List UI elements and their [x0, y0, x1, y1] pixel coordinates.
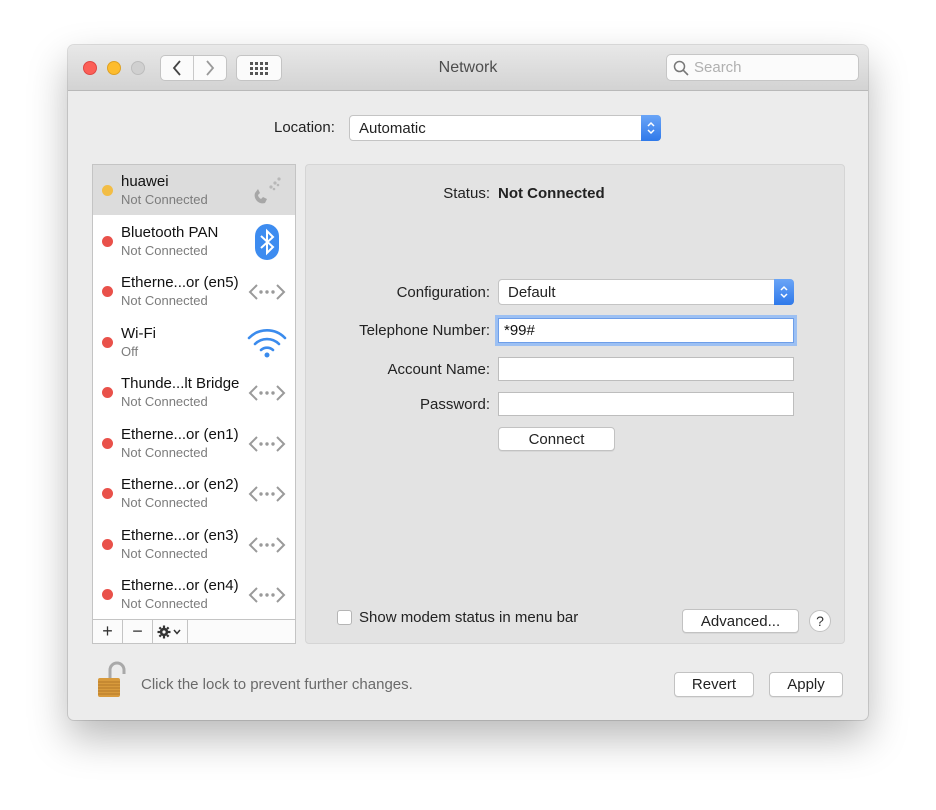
service-item[interactable]: Wi-Fi Off — [93, 317, 295, 367]
search-icon — [673, 60, 689, 76]
status-dot — [102, 336, 113, 348]
wifi-icon — [247, 323, 287, 363]
service-name: Etherne...or (en3) — [121, 526, 239, 544]
service-item[interactable]: Etherne...or (en4) Not Connected — [93, 569, 295, 619]
network-preferences-window: Network Search Location: Automatic huawe… — [68, 45, 868, 720]
help-button[interactable]: ? — [809, 610, 831, 632]
lock-message: Click the lock to prevent further change… — [141, 676, 413, 693]
status-dot — [102, 185, 113, 196]
service-item[interactable]: Thunde...lt Bridge Not Connected — [93, 367, 295, 417]
remove-service-button[interactable]: − — [123, 620, 153, 643]
service-status: Off — [121, 343, 139, 359]
configuration-value: Default — [508, 283, 556, 301]
password-field[interactable] — [498, 392, 794, 416]
service-name: Thunde...lt Bridge — [121, 375, 240, 392]
show-modem-status-label: Show modem status in menu bar — [359, 609, 579, 626]
location-value: Automatic — [359, 119, 426, 137]
service-status: Not Connected — [121, 192, 208, 207]
account-name-label: Account Name: — [387, 361, 490, 378]
password-label: Password: — [419, 396, 490, 413]
service-name: huawei — [121, 173, 169, 190]
bluetooth-icon — [247, 222, 287, 262]
connect-button[interactable]: Connect — [498, 427, 615, 451]
service-item[interactable]: Etherne...or (en3) Not Connected — [93, 519, 295, 569]
service-item[interactable]: Etherne...or (en2) Not Connected — [93, 468, 295, 518]
status-value: Not Connected — [498, 185, 605, 202]
service-status: Not Connected — [121, 293, 208, 308]
status-dot — [102, 437, 113, 449]
status-dot — [102, 286, 113, 297]
ethernet-icon — [247, 373, 287, 413]
service-name: Wi-Fi — [121, 324, 156, 342]
title-bar: Network Search — [68, 45, 868, 91]
apply-button[interactable]: Apply — [769, 672, 843, 697]
service-status: Not Connected — [121, 444, 208, 460]
telephone-number-value: *99# — [504, 322, 535, 339]
status-dot — [102, 488, 113, 499]
ethernet-icon — [247, 272, 287, 312]
telephone-number-field[interactable]: *99# — [498, 318, 794, 343]
service-item[interactable]: Etherne...or (en1) Not Connected — [93, 418, 295, 468]
telephone-number-label: Telephone Number: — [359, 322, 490, 339]
show-modem-status-checkbox[interactable] — [337, 610, 352, 625]
service-name: Bluetooth PAN — [121, 223, 219, 241]
account-name-field[interactable] — [498, 357, 794, 381]
service-status: Not Connected — [121, 495, 208, 510]
service-status: Not Connected — [121, 394, 208, 409]
status-dot — [102, 387, 113, 398]
advanced-button[interactable]: Advanced... — [682, 609, 799, 633]
service-item[interactable]: huawei Not Connected — [93, 165, 295, 215]
revert-button[interactable]: Revert — [674, 672, 754, 697]
configuration-popup[interactable]: Default — [498, 279, 794, 305]
status-label: Status: — [443, 185, 490, 202]
service-status: Not Connected — [121, 596, 208, 611]
search-placeholder: Search — [694, 59, 742, 76]
phone-modem-icon — [247, 171, 287, 211]
configuration-label: Configuration: — [396, 284, 490, 301]
service-name: Etherne...or (en4) — [121, 577, 239, 594]
lock-button[interactable] — [96, 660, 128, 700]
action-menu-button[interactable] — [153, 620, 188, 643]
service-list-controls: + − — [93, 619, 295, 643]
service-name: Etherne...or (en5) — [121, 274, 239, 291]
service-item[interactable]: Bluetooth PAN Not Connected — [93, 216, 295, 266]
service-status: Not Connected — [121, 242, 208, 258]
service-status: Not Connected — [121, 545, 208, 561]
service-detail-pane: Status: Not Connected Configuration: Def… — [305, 164, 845, 644]
lock-open-icon — [98, 661, 126, 697]
ethernet-icon — [247, 424, 287, 464]
location-label: Location: — [274, 119, 335, 136]
search-field[interactable]: Search — [666, 54, 859, 81]
add-service-button[interactable]: + — [93, 620, 123, 643]
gear-icon — [157, 625, 181, 638]
ethernet-icon — [247, 525, 287, 565]
service-name: Etherne...or (en1) — [121, 425, 239, 443]
status-dot — [102, 538, 113, 550]
status-dot — [102, 235, 113, 247]
chevron-updown-icon — [641, 115, 661, 141]
service-item[interactable]: Etherne...or (en5) Not Connected — [93, 266, 295, 316]
ethernet-icon — [247, 575, 287, 615]
status-dot — [102, 589, 113, 600]
ethernet-icon — [247, 474, 287, 514]
service-list: huawei Not Connected Bluetooth PAN Not Conn… — [92, 164, 296, 644]
location-popup[interactable]: Automatic — [349, 115, 661, 141]
service-name: Etherne...or (en2) — [121, 476, 239, 493]
chevron-updown-icon — [774, 279, 794, 305]
